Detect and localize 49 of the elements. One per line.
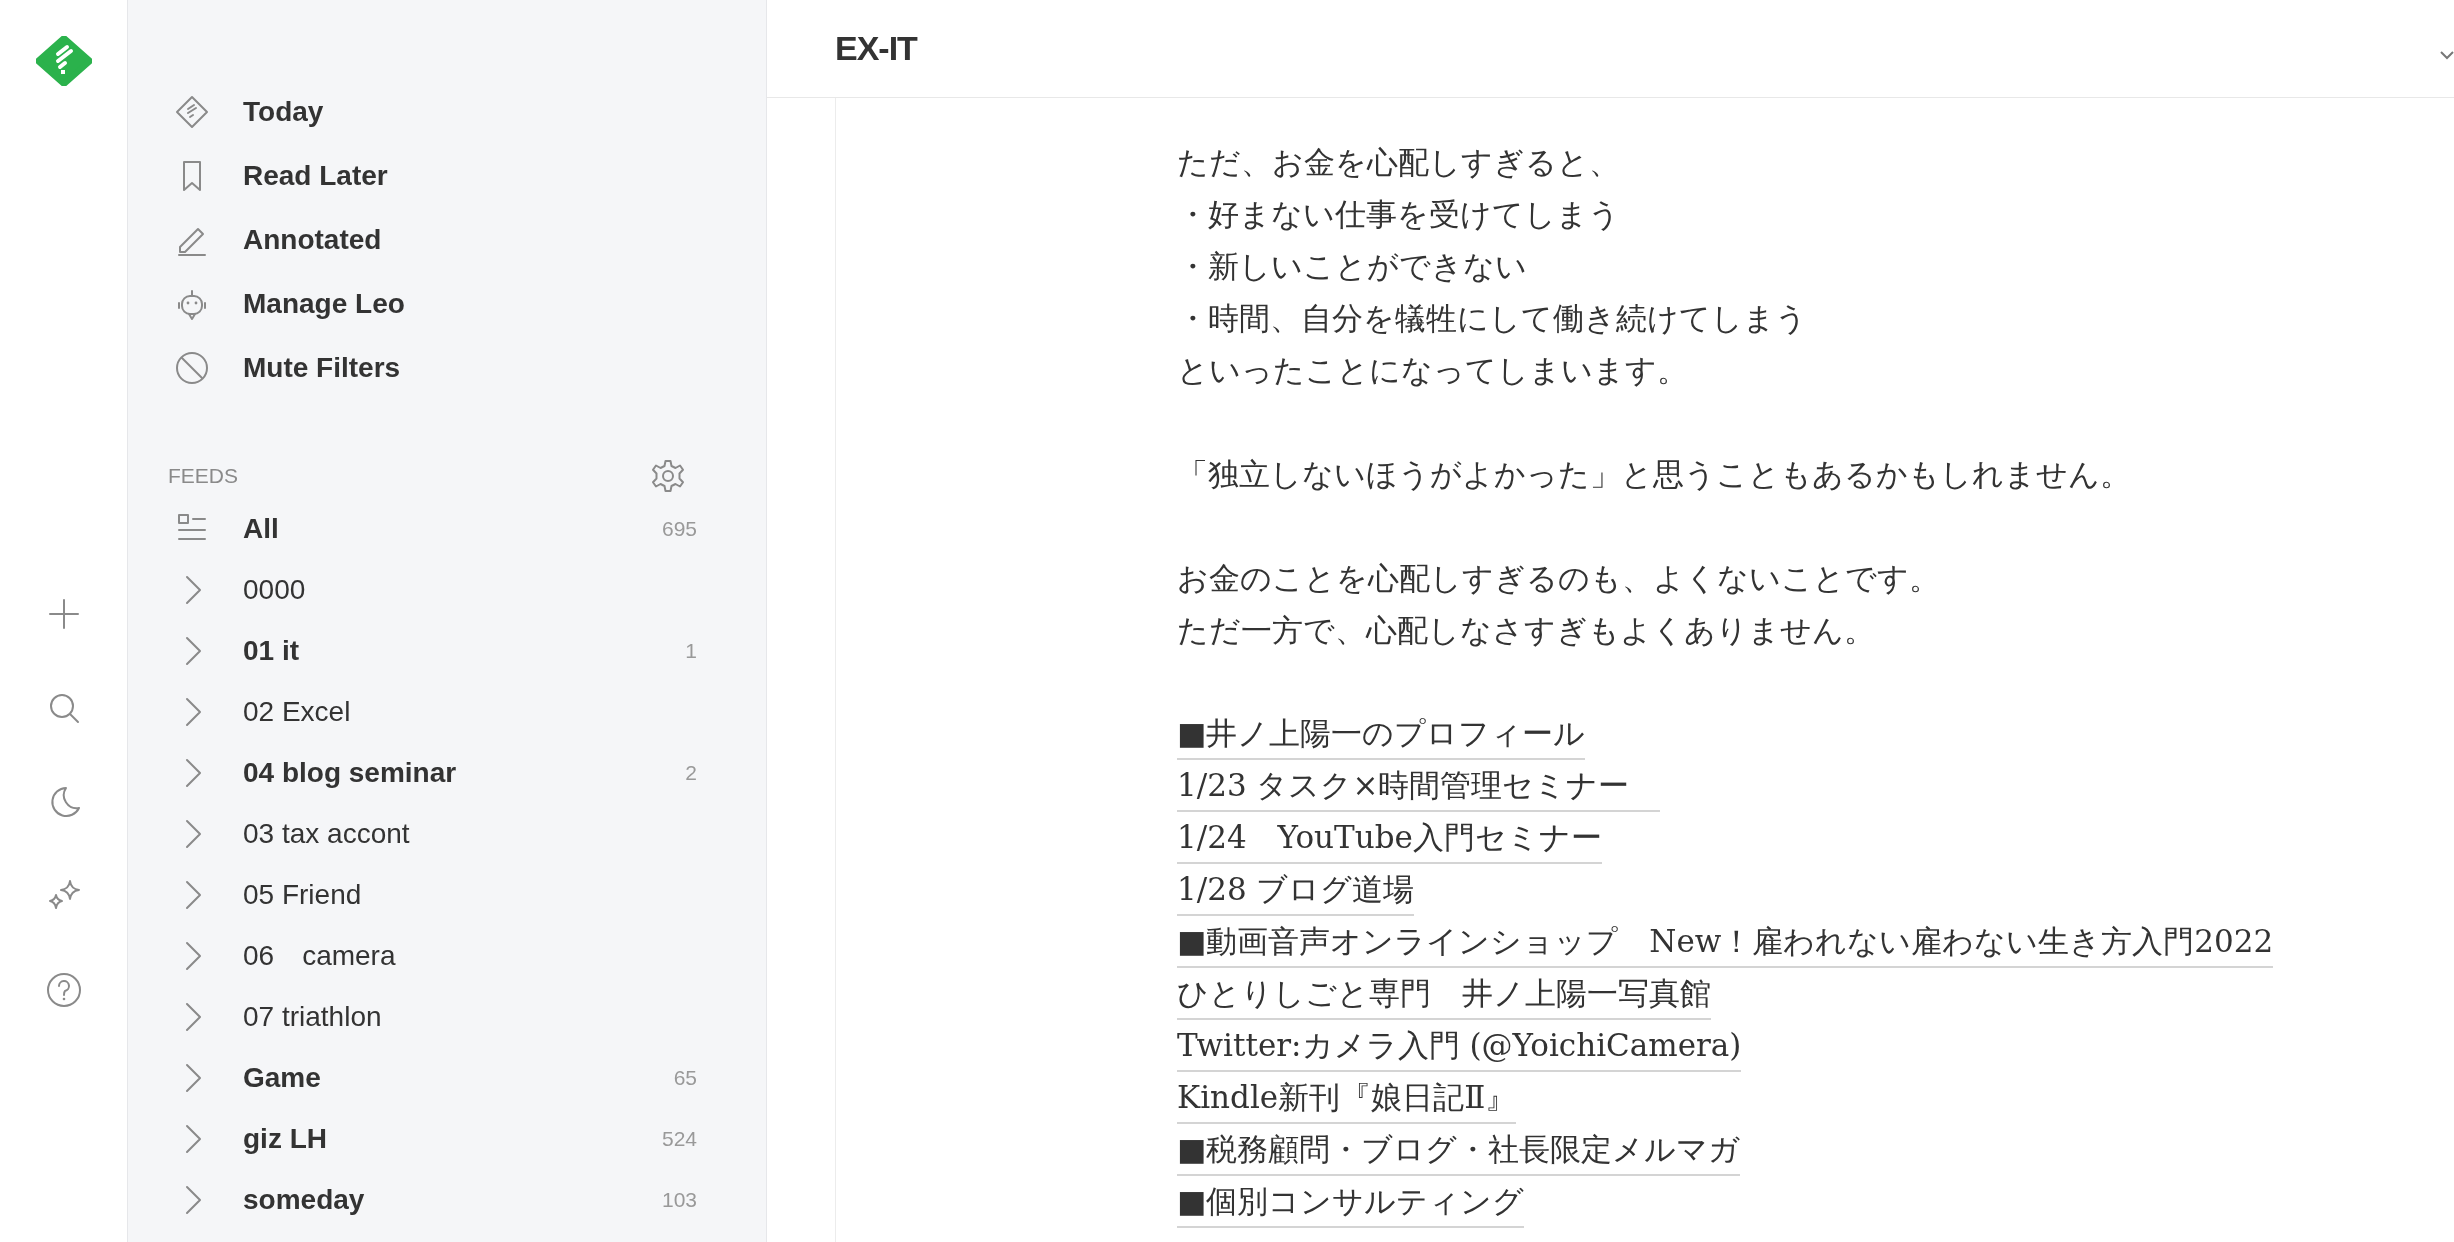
unread-count: 695 xyxy=(661,515,697,542)
feed-item[interactable]: 03 tax accont xyxy=(243,812,410,855)
logo-icon[interactable] xyxy=(35,36,92,86)
article-link[interactable]: ■税務顧問・ブログ・社長限定メルマガ xyxy=(1177,1124,1741,1176)
article-link[interactable]: ■動画音声オンラインショップ New！雇われない雇わない生き方入門2022 xyxy=(1177,916,2274,968)
feed-item[interactable]: someday xyxy=(243,1178,365,1221)
feed-item[interactable]: 0000 xyxy=(243,568,306,611)
tag-icon xyxy=(174,94,210,130)
article-line: ・時間、自分を犠牲にして働き続けてしまう xyxy=(1177,299,1807,338)
article-line: 「独立しないほうがよかった」と思うこともあるかもしれません。 xyxy=(1177,455,2131,494)
feed-item[interactable]: 06 camera xyxy=(243,934,396,977)
article-link[interactable]: ■井ノ上陽一のプロフィール xyxy=(1177,708,1586,760)
feed-item[interactable]: 04 blog seminar xyxy=(243,751,457,794)
article-link[interactable]: 1/24 YouTube入門セミナー xyxy=(1177,812,1602,864)
unread-count: 2 xyxy=(685,759,697,786)
article-line: お金のことを心配しすぎるのも、よくないことです。 xyxy=(1177,559,1940,598)
article-line: ただ、お金を心配しすぎると、 xyxy=(1177,143,1620,182)
nav-item[interactable]: Today xyxy=(243,91,324,133)
settings-icon[interactable] xyxy=(650,458,686,494)
feed-item[interactable]: 07 triathlon xyxy=(243,995,382,1038)
unread-count: 65 xyxy=(673,1064,697,1091)
nav-item[interactable]: Read Later xyxy=(243,155,388,197)
feed-item[interactable]: Game xyxy=(243,1056,321,1099)
help-icon[interactable] xyxy=(45,972,82,1008)
article-line: ・新しいことができない xyxy=(1177,247,1527,286)
ban-icon xyxy=(174,350,210,386)
feed-item[interactable]: All xyxy=(243,507,279,550)
article-link[interactable]: 1/28 ブログ道場 xyxy=(1177,864,1415,916)
article-line: といったことになってしまいます。 xyxy=(1177,351,1688,390)
article-link[interactable]: ひとりしごと専門 井ノ上陽一写真館 xyxy=(1177,968,1711,1020)
article-link[interactable]: Kindle新刊『娘日記Ⅱ』 xyxy=(1177,1072,1517,1124)
feed-item[interactable]: 02 Excel xyxy=(243,690,351,733)
nav-item[interactable]: Annotated xyxy=(243,219,382,261)
nav-item[interactable]: Mute Filters xyxy=(243,347,401,389)
feed-title: EX-IT xyxy=(835,28,917,69)
feed-item[interactable]: 05 Friend xyxy=(243,873,362,916)
article-line: ・好まない仕事を受けてしまう xyxy=(1177,195,1620,234)
unread-count: 103 xyxy=(661,1186,697,1213)
article-link[interactable]: 1/23 タスク×時間管理セミナー xyxy=(1177,760,1661,812)
unread-count: 1 xyxy=(685,637,697,664)
chevron-down-icon[interactable] xyxy=(2440,49,2454,60)
article-link[interactable]: ■個別コンサルティング xyxy=(1177,1176,1525,1228)
feed-item[interactable]: 01 it xyxy=(243,629,300,672)
article-link[interactable]: Twitter:カメラ入門 (@YoichiCamera) xyxy=(1177,1020,1742,1072)
nav-item[interactable]: Manage Leo xyxy=(243,283,405,325)
section-heading: FEEDS xyxy=(168,463,238,490)
feed-item[interactable]: giz LH xyxy=(243,1117,327,1160)
unread-count: 524 xyxy=(661,1125,697,1152)
article-line: ただ一方で、心配しなさすぎもよくありません。 xyxy=(1177,611,1875,650)
